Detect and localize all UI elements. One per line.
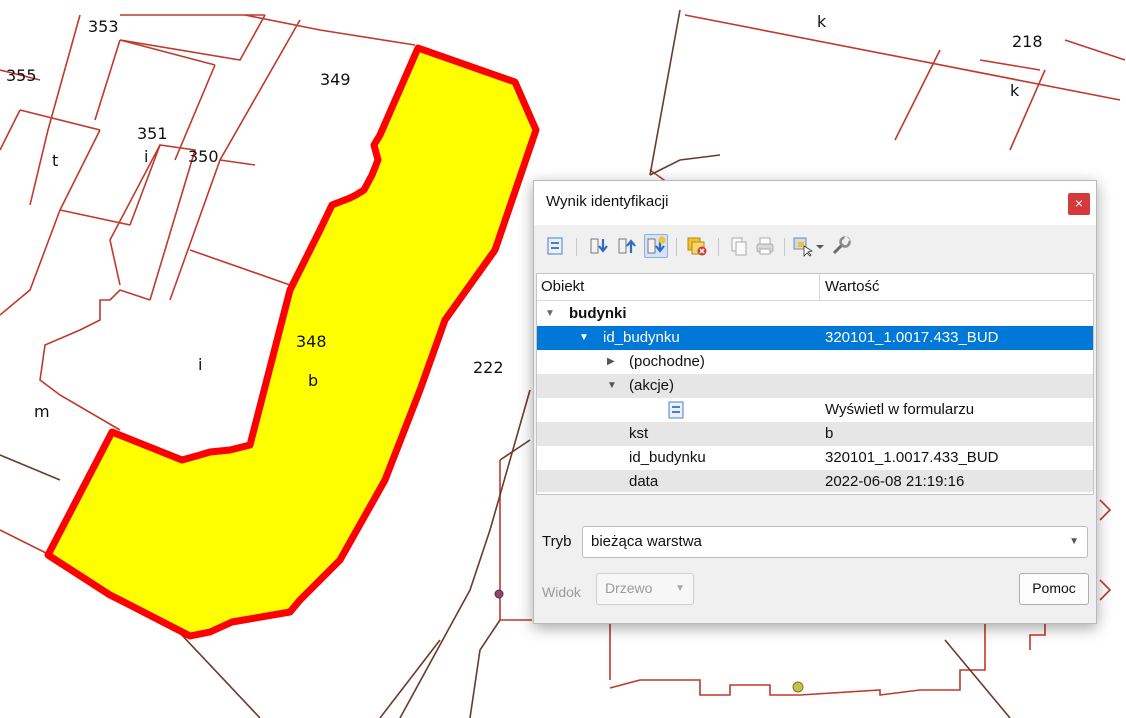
copy-icon[interactable] bbox=[728, 235, 750, 257]
print-icon[interactable] bbox=[754, 235, 776, 257]
expand-icon[interactable] bbox=[544, 235, 566, 257]
layer-name: budynki bbox=[569, 305, 627, 322]
chevron-down-icon: ▼ bbox=[675, 583, 685, 594]
dialog-title: Wynik identyfikacji bbox=[546, 193, 669, 210]
identify-toolbar bbox=[534, 227, 1096, 271]
collapsed-arrow-icon[interactable]: ▶ bbox=[607, 350, 615, 374]
feature-id-value: 320101_1.0017.433_BUD bbox=[825, 329, 999, 346]
tree-row-action-form[interactable]: Wyświetl w formularzu bbox=[537, 398, 1093, 422]
tree-row-derived[interactable]: ▶ (pochodne) bbox=[537, 350, 1093, 374]
parcel-label-218: 218 bbox=[1012, 32, 1043, 51]
parcel-label-b: b bbox=[308, 371, 318, 390]
parcel-label-350: 350 bbox=[188, 147, 219, 166]
identify-settings-icon[interactable] bbox=[830, 235, 852, 257]
parcel-label-t: t bbox=[52, 151, 58, 170]
feature-id-name: id_budynku bbox=[603, 329, 680, 346]
attribute-name: kst bbox=[629, 425, 649, 442]
selected-building-polygon[interactable] bbox=[44, 44, 540, 640]
expand-new-results-icon[interactable] bbox=[644, 234, 668, 258]
tree-row-attribute[interactable]: id_budynku 320101_1.0017.433_BUD bbox=[537, 446, 1093, 470]
view-label: Widok bbox=[542, 584, 581, 600]
expand-arrow-icon[interactable]: ▼ bbox=[607, 374, 617, 398]
help-button[interactable]: Pomoc bbox=[1019, 573, 1089, 605]
attribute-name: data bbox=[629, 473, 659, 490]
expand-arrow-icon[interactable]: ▼ bbox=[579, 326, 589, 350]
select-features-icon[interactable] bbox=[792, 235, 814, 257]
parcel-label-355: 355 bbox=[6, 66, 37, 85]
parcel-label-k: k bbox=[1010, 81, 1020, 100]
column-header-value[interactable]: Wartość bbox=[825, 278, 879, 295]
attribute-value: b bbox=[825, 425, 834, 442]
parcel-label-m: m bbox=[34, 402, 50, 421]
dialog-titlebar[interactable]: Wynik identyfikacji × bbox=[534, 181, 1096, 225]
expand-arrow-icon[interactable]: ▼ bbox=[545, 302, 555, 326]
parcel-label-i: i bbox=[198, 355, 202, 374]
parcel-label-349: 349 bbox=[320, 70, 351, 89]
parcel-label-222: 222 bbox=[473, 358, 504, 377]
chevron-down-icon[interactable] bbox=[814, 235, 826, 257]
identify-results-dialog: Wynik identyfikacji × Obiekt Wartość ▼ b… bbox=[533, 180, 1097, 624]
expand-tree-icon[interactable] bbox=[588, 235, 610, 257]
column-header-feature[interactable]: Obiekt bbox=[541, 278, 584, 295]
tree-row-actions[interactable]: ▼ (akcje) bbox=[537, 374, 1093, 398]
close-button[interactable]: × bbox=[1068, 193, 1090, 215]
chevron-down-icon: ▼ bbox=[1069, 536, 1079, 547]
parcel-label-i: i bbox=[144, 147, 148, 166]
parcel-label-353: 353 bbox=[88, 17, 119, 36]
view-select-value: Drzewo bbox=[605, 580, 653, 596]
parcel-label-351: 351 bbox=[137, 124, 168, 143]
action-form-label: Wyświetl w formularzu bbox=[825, 401, 975, 418]
tree-row-attribute[interactable]: kst b bbox=[537, 422, 1093, 446]
results-tree[interactable]: Obiekt Wartość ▼ budynki ▼ id_budynku 32… bbox=[536, 273, 1094, 495]
tree-row-layer[interactable]: ▼ budynki bbox=[537, 302, 1093, 326]
attribute-value: 320101_1.0017.433_BUD bbox=[825, 449, 999, 466]
collapse-tree-icon[interactable] bbox=[616, 235, 638, 257]
actions-label: (akcje) bbox=[629, 377, 675, 394]
mode-label: Tryb bbox=[542, 533, 572, 550]
clear-results-icon[interactable] bbox=[686, 235, 708, 257]
attribute-value: 2022-06-08 21:19:16 bbox=[825, 473, 965, 490]
parcel-label-k: k bbox=[817, 12, 827, 31]
derived-label: (pochodne) bbox=[629, 353, 705, 370]
vertex-marker[interactable] bbox=[494, 589, 504, 599]
vertex-marker[interactable] bbox=[792, 681, 804, 693]
parcel-label-348: 348 bbox=[296, 332, 327, 351]
mode-select[interactable]: bieżąca warstwa ▼ bbox=[582, 526, 1088, 558]
attribute-name: id_budynku bbox=[629, 449, 706, 466]
mode-select-value: bieżąca warstwa bbox=[591, 533, 702, 550]
view-select[interactable]: Drzewo ▼ bbox=[596, 573, 694, 605]
tree-row-attribute[interactable]: data 2022-06-08 21:19:16 bbox=[537, 470, 1093, 492]
tree-row-feature[interactable]: ▼ id_budynku 320101_1.0017.433_BUD bbox=[537, 326, 1093, 350]
tree-header: Obiekt Wartość bbox=[537, 274, 1093, 301]
